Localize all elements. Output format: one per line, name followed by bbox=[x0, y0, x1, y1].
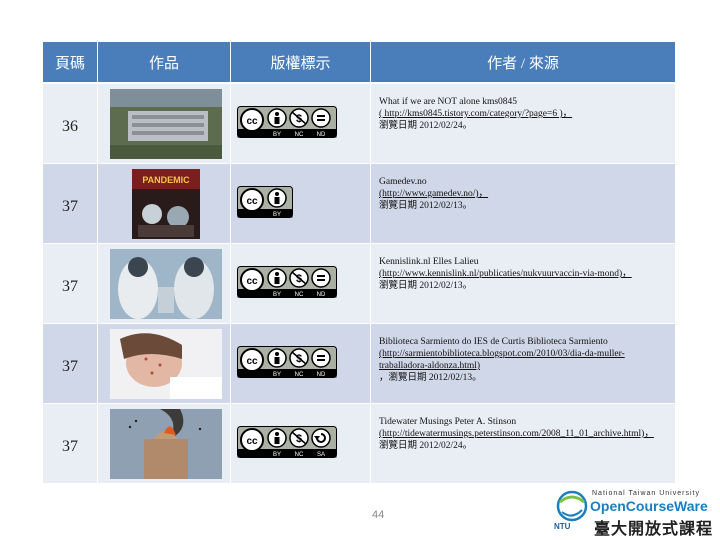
row-license: cc BY $ NC SA bbox=[231, 404, 371, 483]
source-author: Biblioteca Sarmiento do IES de Curtis Bi… bbox=[379, 337, 608, 347]
aerial-facility-photo bbox=[110, 89, 222, 159]
row-license: cc BY bbox=[231, 164, 371, 243]
svg-text:BY: BY bbox=[273, 132, 281, 138]
svg-text:PANDEMIC: PANDEMIC bbox=[142, 175, 190, 185]
ntu-ocw-logo: NTU National Taiwan University OpenCours… bbox=[552, 490, 716, 538]
table-row: 36 cc BY $ NC ND What if we are NOT alone kms0… bbox=[43, 84, 675, 164]
cc-license-icon: cc BY bbox=[237, 186, 293, 223]
header-license: 版權標示 bbox=[231, 42, 371, 82]
cc-license-icon: cc BY $ NC ND bbox=[237, 346, 337, 383]
source-link[interactable]: (http://sarmientobiblioteca.blogspot.com… bbox=[379, 348, 669, 372]
svg-text:NC: NC bbox=[295, 372, 304, 378]
row-page: 36 bbox=[43, 84, 98, 163]
svg-text:BY: BY bbox=[273, 212, 281, 218]
header-page: 頁碼 bbox=[43, 42, 98, 82]
svg-text:BY: BY bbox=[273, 372, 281, 378]
svg-text:SA: SA bbox=[317, 452, 325, 458]
svg-text:cc: cc bbox=[246, 116, 258, 127]
source-author: Kennislink.nl Elles Lalieu bbox=[379, 257, 479, 267]
row-source: Biblioteca Sarmiento do IES de Curtis Bi… bbox=[371, 324, 675, 403]
table-row: 37 cc BY $ NC ND Kennislink.nl Elles Lalieu (ht… bbox=[43, 244, 675, 324]
table-row: 37 PANDEMIC cc BY Gamedev.no (http://www.game… bbox=[43, 164, 675, 244]
source-date: ，瀏覽日期 2012/02/13。 bbox=[379, 373, 482, 383]
svg-text:NC: NC bbox=[295, 132, 304, 138]
source-author: Gamedev.no bbox=[379, 177, 427, 187]
row-work-thumbnail bbox=[98, 84, 231, 163]
svg-text:cc: cc bbox=[246, 196, 258, 207]
row-source: What if we are NOT alone kms0845( http:/… bbox=[371, 84, 675, 163]
table-row: 37 cc BY $ NC ND Biblioteca Sarmiento do IES d… bbox=[43, 324, 675, 404]
svg-text:ND: ND bbox=[317, 372, 326, 378]
logo-line2: OpenCourseWare bbox=[590, 498, 708, 514]
row-work-thumbnail bbox=[98, 404, 231, 483]
svg-text:cc: cc bbox=[246, 356, 258, 367]
source-link[interactable]: ( http://kms0845.tistory.com/category/?p… bbox=[379, 108, 669, 120]
cc-license-icon: cc BY $ NC ND bbox=[237, 106, 337, 143]
svg-text:ND: ND bbox=[317, 292, 326, 298]
row-license: cc BY $ NC ND bbox=[231, 324, 371, 403]
row-license: cc BY $ NC ND bbox=[231, 244, 371, 323]
header-source: 作者 / 來源 bbox=[487, 55, 559, 72]
row-page: 37 bbox=[43, 164, 98, 243]
globe-icon bbox=[556, 490, 588, 522]
row-source: Gamedev.no (http://www.gamedev.no/)， 瀏覽日期 … bbox=[371, 164, 675, 243]
logo-ntu: NTU bbox=[554, 522, 571, 531]
logo-line1: National Taiwan University bbox=[592, 490, 700, 497]
attribution-table: 頁碼 作品 版權標示 作者 / 來源 36 cc BY $ NC ND What if we… bbox=[43, 42, 675, 484]
header-work: 作品 bbox=[98, 42, 231, 82]
row-work-thumbnail bbox=[98, 244, 231, 323]
row-work-thumbnail bbox=[98, 324, 231, 403]
cc-license-icon: cc BY $ NC ND bbox=[237, 266, 337, 303]
pandemic-game-cover: PANDEMIC bbox=[110, 169, 222, 239]
page-number: 44 bbox=[372, 509, 385, 521]
row-page: 37 bbox=[43, 244, 98, 323]
source-link[interactable]: (http://tidewatermusings.peterstinson.co… bbox=[379, 428, 669, 440]
table-header: 頁碼 作品 版權標示 作者 / 來源 bbox=[43, 42, 675, 84]
source-link[interactable]: (http://www.gamedev.no/)， bbox=[379, 188, 669, 200]
svg-text:ND: ND bbox=[317, 132, 326, 138]
svg-text:NC: NC bbox=[295, 452, 304, 458]
source-date: 瀏覽日期 2012/02/13。 bbox=[379, 201, 473, 211]
svg-text:cc: cc bbox=[246, 436, 258, 447]
cc-license-icon: cc BY $ NC SA bbox=[237, 426, 337, 463]
row-source: Tidewater Musings Peter A. Stinson (http:… bbox=[371, 404, 675, 483]
sick-woman-photo bbox=[110, 329, 222, 399]
source-link[interactable]: (http://www.kennislink.nl/publicaties/nu… bbox=[379, 268, 669, 280]
hazmat-suits-photo bbox=[110, 249, 222, 319]
svg-text:BY: BY bbox=[273, 452, 281, 458]
source-author: What if we are NOT alone kms0845 bbox=[379, 97, 518, 107]
svg-text:NC: NC bbox=[295, 292, 304, 298]
source-date: 瀏覽日期 2012/02/24。 bbox=[379, 441, 473, 451]
row-page: 37 bbox=[43, 324, 98, 403]
source-date: 瀏覽日期 2012/02/13。 bbox=[379, 281, 473, 291]
row-license: cc BY $ NC ND bbox=[231, 84, 371, 163]
table-row: 37 cc BY $ NC SA Tidewater Musings Peter A. St… bbox=[43, 404, 675, 484]
svg-text:BY: BY bbox=[273, 292, 281, 298]
burning-building-photo bbox=[110, 409, 222, 479]
source-date: 瀏覽日期 2012/02/24。 bbox=[379, 121, 473, 131]
logo-line3: 臺大開放式課程 bbox=[594, 519, 714, 538]
row-source: Kennislink.nl Elles Lalieu (http://www.ke… bbox=[371, 244, 675, 323]
row-page: 37 bbox=[43, 404, 98, 483]
row-work-thumbnail: PANDEMIC bbox=[98, 164, 231, 243]
svg-text:cc: cc bbox=[246, 276, 258, 287]
source-author: Tidewater Musings Peter A. Stinson bbox=[379, 417, 517, 427]
